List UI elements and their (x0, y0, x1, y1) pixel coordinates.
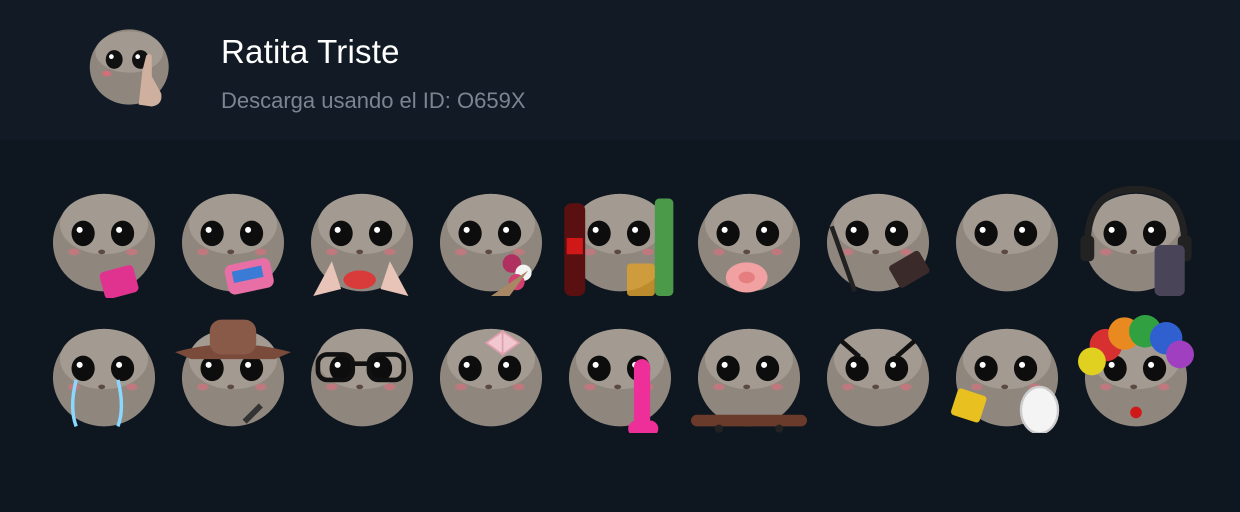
sad-hamster-icon (1080, 185, 1192, 296)
sad-hamster-sponge-plate-sticker[interactable] (949, 313, 1065, 433)
sad-hamster-icon (950, 328, 1060, 433)
sad-hamster-icon (697, 193, 801, 293)
sad-hamster-icon (175, 319, 291, 427)
sad-hamster-pacifier-sticker[interactable] (691, 178, 807, 298)
sad-hamster-makeup-sticker[interactable] (820, 178, 936, 298)
pack-thumbnail-icon (86, 20, 180, 120)
sad-hamster-plain-sticker[interactable] (949, 178, 1065, 298)
sad-hamster-icon (52, 328, 156, 427)
sad-hamster-icon (52, 193, 156, 298)
sad-hamster-bow-sticker[interactable] (433, 313, 549, 433)
sad-hamster-icon (1078, 315, 1194, 427)
sad-hamster-icon (564, 193, 674, 296)
sad-hamster-condom-sticker[interactable] (46, 178, 162, 298)
sad-hamster-drinks-sticker[interactable] (562, 178, 678, 298)
sad-hamster-icon (955, 193, 1059, 292)
sad-hamster-icon (310, 193, 414, 296)
sad-hamster-icon (826, 193, 930, 293)
sad-hamster-icon (439, 328, 543, 427)
sad-hamster-headphones-phone-sticker[interactable] (1078, 178, 1194, 298)
sad-hamster-icon (181, 193, 285, 295)
sad-hamster-clown-sticker[interactable] (1078, 313, 1194, 433)
sad-hamster-icon (826, 328, 930, 427)
sad-hamster-crying-sticker[interactable] (46, 313, 162, 433)
sad-hamster-pad-sticker[interactable] (175, 178, 291, 298)
sad-hamster-glasses-sticker[interactable] (304, 313, 420, 433)
sad-hamster-lips-nails-sticker[interactable] (304, 178, 420, 298)
sad-hamster-angry-sticker[interactable] (820, 313, 936, 433)
sad-hamster-cowboy-sticker[interactable] (175, 313, 291, 433)
sad-hamster-icon (310, 328, 414, 427)
sad-hamster-pink-toy-sticker[interactable] (562, 313, 678, 433)
sad-hamster-icon (691, 328, 807, 433)
pack-download-id: Descarga usando el ID: O659X (221, 88, 526, 113)
sad-hamster-flowers-sticker[interactable] (433, 178, 549, 298)
sad-hamster-skateboard-sticker[interactable] (691, 313, 807, 433)
sad-hamster-icon (568, 328, 672, 433)
sticker-grid (44, 176, 1204, 436)
pack-header: Ratita Triste Descarga usando el ID: O65… (0, 0, 1240, 140)
sad-hamster-icon (439, 193, 543, 296)
pack-title: Ratita Triste (221, 33, 400, 70)
